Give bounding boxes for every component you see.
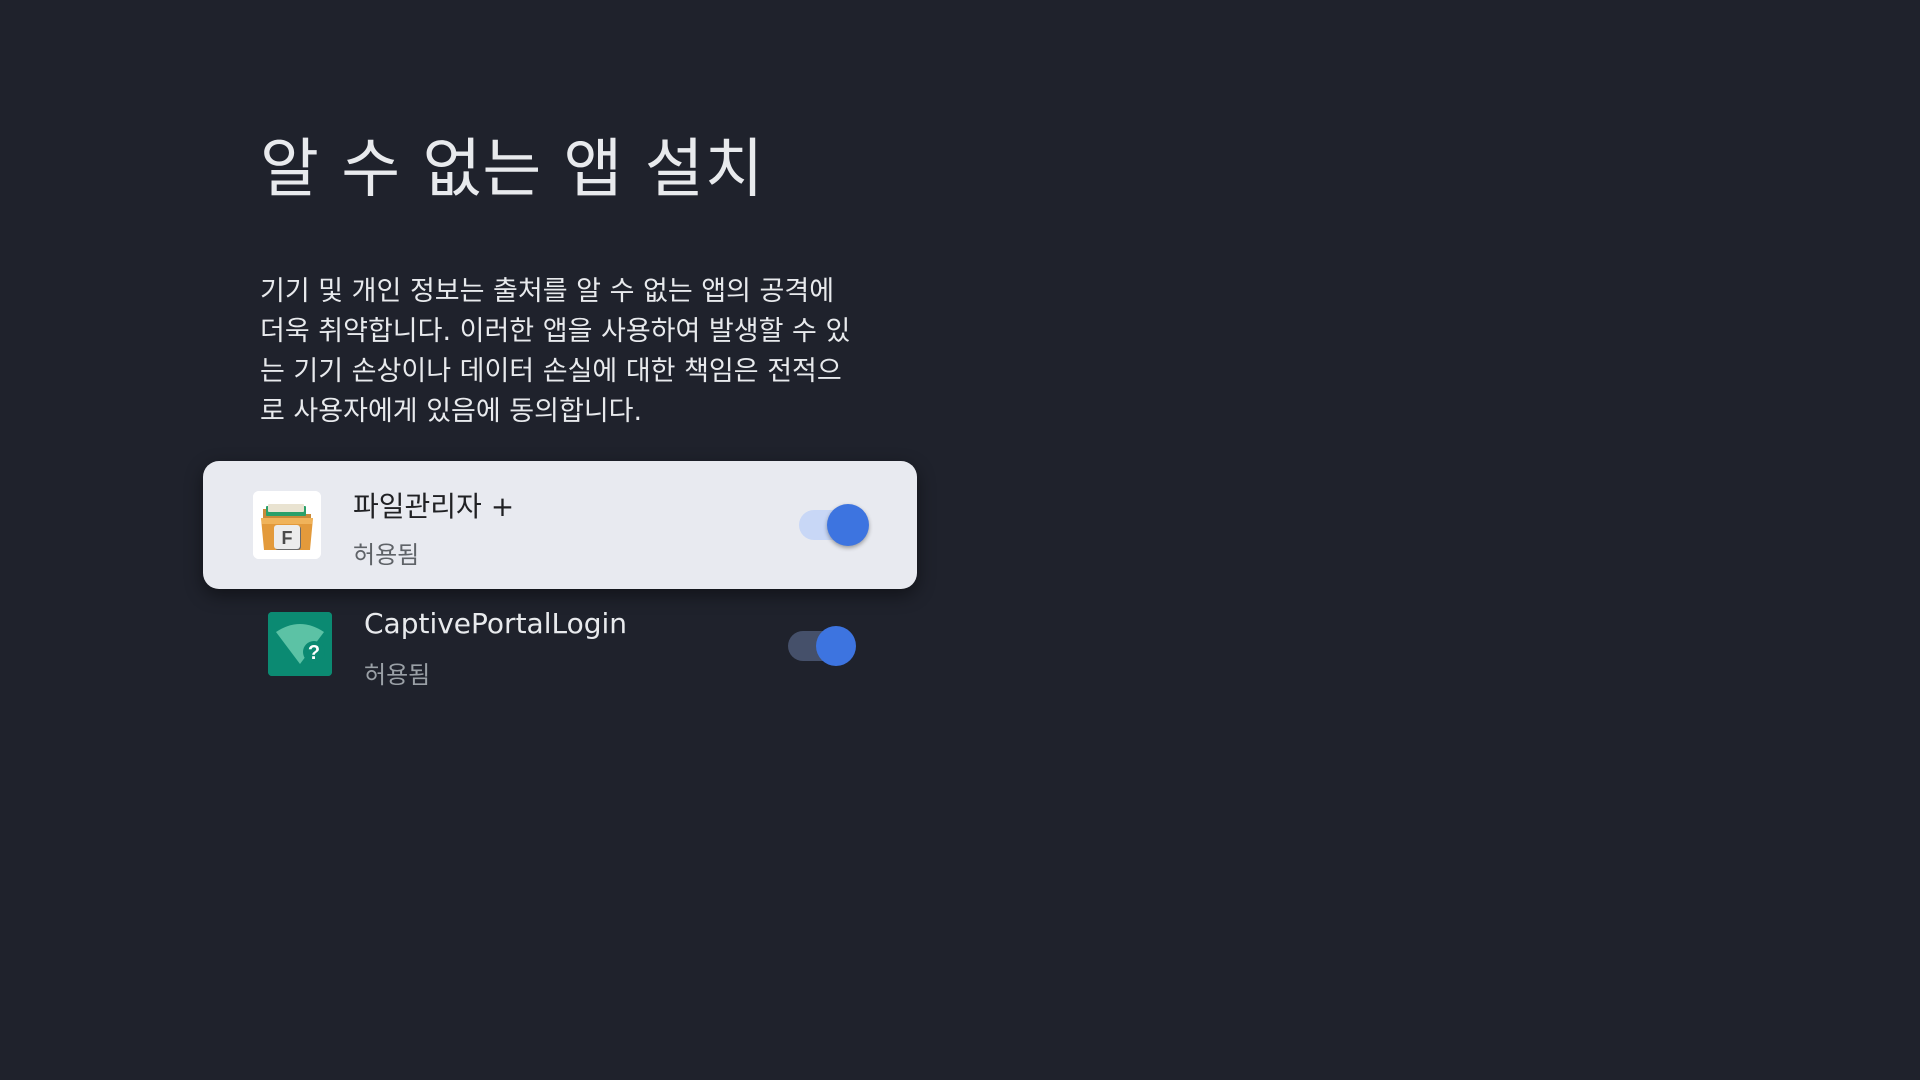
app-list: F 파일관리자 + 허용됨 ? CaptivePortalLogin 허용됨 [203,461,917,723]
svg-text:?: ? [308,642,320,664]
app-item-file-manager[interactable]: F 파일관리자 + 허용됨 [203,461,917,589]
allow-toggle[interactable] [788,626,856,666]
toggle-knob [816,626,856,666]
warning-description: 기기 및 개인 정보는 출처를 알 수 없는 앱의 공격에 더욱 취약합니다. … [260,276,851,427]
page-title: 알 수 없는 앱 설치 [260,133,765,207]
file-manager-icon: F [253,491,321,559]
app-status: 허용됨 [364,661,431,689]
app-name: 파일관리자 + [353,490,515,523]
allow-toggle[interactable] [799,504,869,546]
install-unknown-apps-panel: 알 수 없는 앱 설치 기기 및 개인 정보는 출처를 알 수 없는 앱의 공격… [0,0,1920,1080]
app-status: 허용됨 [353,541,420,569]
app-item-captive-portal-login[interactable]: ? CaptivePortalLogin 허용됨 [203,595,917,723]
toggle-knob [827,504,869,546]
captive-portal-icon: ? [268,612,332,676]
app-name: CaptivePortalLogin [364,607,628,640]
svg-text:F: F [282,528,293,548]
